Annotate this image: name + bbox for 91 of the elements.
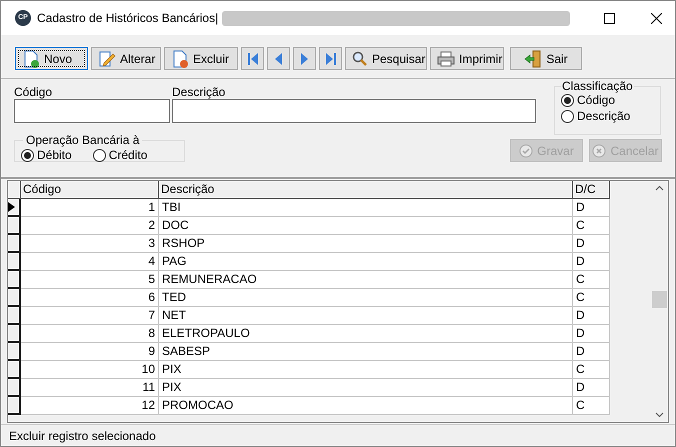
scroll-up-icon[interactable] <box>655 185 664 191</box>
table-cell: 6 <box>21 289 159 307</box>
table-cell: D <box>573 343 610 361</box>
radio-option[interactable]: Crédito <box>92 146 148 164</box>
new-document-icon <box>22 50 40 68</box>
table-cell: 2 <box>21 217 159 235</box>
row-indicator[interactable] <box>8 217 21 235</box>
toolbar-button[interactable]: Excluir <box>164 47 238 70</box>
table-cell: PAG <box>159 253 573 271</box>
descricao-input-field[interactable] <box>172 99 536 123</box>
navigation-button[interactable] <box>293 47 316 70</box>
maximize-icon[interactable] <box>604 12 616 24</box>
table-cell: D <box>573 235 610 253</box>
column-header[interactable]: Código <box>21 181 159 199</box>
cancel-circle-icon <box>592 144 606 158</box>
codigo-input-field[interactable] <box>14 99 170 123</box>
toolbar-button[interactable]: Sair <box>510 47 582 70</box>
row-indicator[interactable] <box>8 379 21 397</box>
printer-icon <box>437 50 455 66</box>
row-indicator[interactable] <box>8 343 21 361</box>
last-record-icon <box>324 52 336 66</box>
field-label: Descrição <box>172 85 226 99</box>
table-cell: 1 <box>21 199 159 217</box>
navigation-button[interactable] <box>267 47 290 70</box>
table-cell: SABESP <box>159 343 573 361</box>
field-label: Código <box>14 85 54 99</box>
row-indicator[interactable] <box>8 253 21 271</box>
table-cell: PIX <box>159 361 573 379</box>
radio-option[interactable]: Descrição <box>561 109 660 123</box>
row-indicator[interactable] <box>8 325 21 343</box>
toolbar-button[interactable]: Alterar <box>91 47 161 70</box>
radio-option[interactable]: Código <box>561 93 660 107</box>
table-cell: PROMOCAO <box>159 397 573 415</box>
scroll-thumb[interactable] <box>652 291 667 308</box>
table-cell: TBI <box>159 199 573 217</box>
search-icon <box>352 50 368 66</box>
navigation-button[interactable] <box>241 47 264 70</box>
row-indicator[interactable] <box>8 307 21 325</box>
exit-door-icon <box>524 50 542 68</box>
radio-option[interactable]: Débito <box>21 146 72 164</box>
table-cell: D <box>573 307 610 325</box>
table-cell: RSHOP <box>159 235 573 253</box>
table-cell: ELETROPAULO <box>159 325 573 343</box>
row-indicator[interactable] <box>8 289 21 307</box>
toolbar-button[interactable]: Pesquisar <box>345 47 427 70</box>
table-cell: PIX <box>159 379 573 397</box>
row-indicator[interactable] <box>8 235 21 253</box>
table-cell: D <box>573 325 610 343</box>
table-cell: C <box>573 217 610 235</box>
toolbar-button[interactable]: Imprimir <box>430 47 504 70</box>
close-icon[interactable] <box>651 12 662 24</box>
table-cell: 9 <box>21 343 159 361</box>
row-indicator[interactable] <box>8 397 21 415</box>
previous-record-icon <box>274 52 283 66</box>
row-indicator[interactable] <box>8 199 21 217</box>
current-row-icon <box>8 202 15 212</box>
table-cell: D <box>573 199 610 217</box>
table-cell: 7 <box>21 307 159 325</box>
table-cell: TED <box>159 289 573 307</box>
table-cell: C <box>573 361 610 379</box>
navigation-button[interactable] <box>319 47 342 70</box>
next-record-icon <box>300 52 309 66</box>
delete-document-icon <box>171 50 189 68</box>
table-cell: D <box>573 379 610 397</box>
status-text: Excluir registro selecionado <box>9 428 156 444</box>
table-cell: 10 <box>21 361 159 379</box>
table-cell: 12 <box>21 397 159 415</box>
toolbar-button[interactable]: Novo <box>15 47 88 70</box>
table-cell: 4 <box>21 253 159 271</box>
column-header[interactable]: D/C <box>573 181 610 199</box>
group-title: Classificação <box>561 79 634 93</box>
table-cell: C <box>573 397 610 415</box>
table-cell: 3 <box>21 235 159 253</box>
check-circle-icon <box>519 144 534 158</box>
table-cell: 11 <box>21 379 159 397</box>
first-record-icon <box>246 52 258 66</box>
pencil-document-icon <box>98 50 116 68</box>
table-cell: C <box>573 271 610 289</box>
row-indicator[interactable] <box>8 361 21 379</box>
table-cell: NET <box>159 307 573 325</box>
scroll-down-icon[interactable] <box>655 412 664 418</box>
table-cell: C <box>573 289 610 307</box>
table-cell: 8 <box>21 325 159 343</box>
group-title: Operação Bancária à <box>25 132 140 149</box>
row-indicator[interactable] <box>8 271 21 289</box>
window-title: Cadastro de Históricos Bancários| <box>37 10 218 27</box>
table-cell: D <box>573 253 610 271</box>
table-cell: 5 <box>21 271 159 289</box>
column-header[interactable]: Descrição <box>159 181 573 199</box>
table-cell: DOC <box>159 217 573 235</box>
table-cell: REMUNERACAO <box>159 271 573 289</box>
